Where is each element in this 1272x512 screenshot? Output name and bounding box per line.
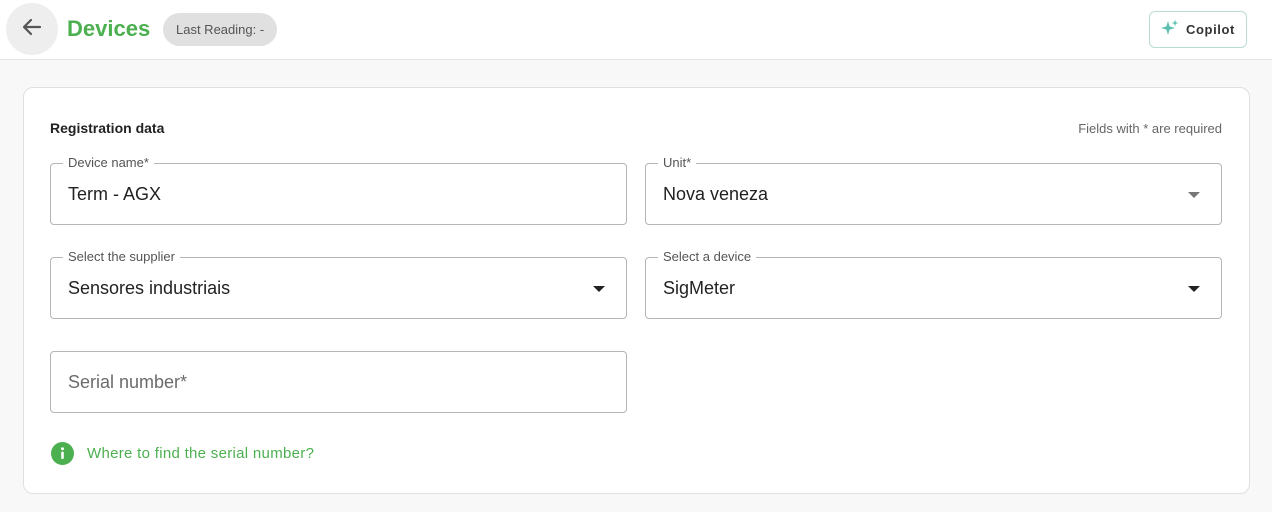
copilot-button[interactable]: Copilot [1149, 11, 1247, 48]
last-reading-badge: Last Reading: - [163, 13, 278, 46]
supplier-select[interactable]: Select the supplier Sensores industriais [50, 250, 627, 319]
unit-select[interactable]: Unit* Nova veneza [645, 156, 1222, 225]
info-icon [51, 442, 74, 465]
arrow-left-icon [22, 17, 42, 42]
serial-number-input[interactable]: Serial number* [50, 351, 627, 413]
back-button[interactable] [6, 3, 58, 55]
registration-card: Registration data Fields with * are requ… [23, 87, 1250, 494]
chevron-down-icon [1188, 192, 1200, 198]
device-value: SigMeter [663, 278, 736, 298]
supplier-value: Sensores industriais [68, 278, 231, 298]
chevron-down-icon [1188, 286, 1200, 292]
copilot-label: Copilot [1186, 22, 1235, 37]
required-note: Fields with * are required [1078, 121, 1222, 136]
page-title: Devices [67, 16, 151, 41]
top-bar: Devices Last Reading: - Copilot [0, 0, 1272, 60]
device-select[interactable]: Select a device SigMeter [645, 250, 1222, 319]
device-name-value: Term - AGX [68, 184, 162, 204]
sparkles-icon [1161, 19, 1179, 40]
serial-help-link[interactable]: Where to find the serial number? [51, 442, 314, 465]
serial-number-placeholder: Serial number* [68, 372, 188, 392]
section-title: Registration data [50, 120, 165, 136]
device-name-field[interactable]: Device name* Term - AGX [50, 156, 627, 225]
chevron-down-icon [593, 286, 605, 292]
unit-value: Nova veneza [663, 184, 769, 204]
serial-help-text: Where to find the serial number? [87, 445, 315, 462]
